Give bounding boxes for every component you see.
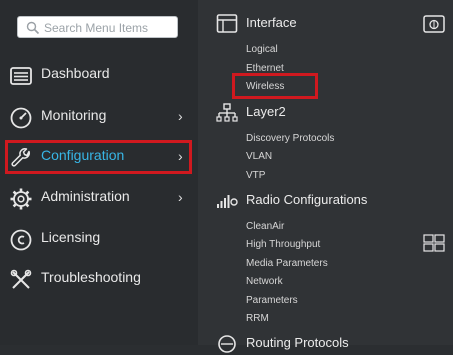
menu-item-parameters[interactable]: Parameters bbox=[246, 295, 298, 306]
tags-profiles-icon[interactable] bbox=[423, 233, 445, 253]
configuration-submenu-panel bbox=[198, 0, 453, 345]
web-ui-icon[interactable] bbox=[423, 14, 445, 34]
monitoring-gauge-icon bbox=[10, 107, 32, 129]
dashboard-icon bbox=[10, 67, 32, 85]
chevron-right-icon: › bbox=[178, 108, 183, 124]
section-title: Interface bbox=[246, 15, 297, 30]
sidebar-item-label: Licensing bbox=[41, 229, 101, 245]
sidebar-item-label: Administration bbox=[41, 188, 130, 204]
sidebar-item-label: Troubleshooting bbox=[41, 269, 141, 285]
menu-item-cleanair[interactable]: CleanAir bbox=[246, 221, 284, 232]
section-title: Routing Protocols bbox=[246, 335, 349, 350]
sidebar-item-administration[interactable]: Administration › bbox=[0, 181, 198, 215]
configuration-highlight-box bbox=[5, 140, 192, 174]
gear-icon bbox=[10, 188, 32, 210]
sidebar-item-dashboard[interactable]: Dashboard bbox=[0, 58, 198, 92]
section-title: Radio Configurations bbox=[246, 192, 368, 207]
layer2-tree-icon bbox=[216, 103, 238, 122]
menu-item-discovery-protocols[interactable]: Discovery Protocols bbox=[246, 133, 334, 144]
interface-icon bbox=[216, 14, 238, 33]
search-input[interactable] bbox=[42, 19, 178, 37]
wireless-highlight-box bbox=[232, 73, 318, 99]
routing-icon bbox=[218, 335, 236, 353]
search-box[interactable] bbox=[17, 16, 178, 38]
sidebar-item-monitoring[interactable]: Monitoring › bbox=[0, 100, 198, 134]
sidebar-item-label: Dashboard bbox=[41, 65, 110, 81]
section-title: Layer2 bbox=[246, 104, 286, 119]
menu-item-high-throughput[interactable]: High Throughput bbox=[246, 239, 320, 250]
licensing-icon bbox=[10, 229, 32, 251]
menu-item-vtp[interactable]: VTP bbox=[246, 170, 265, 181]
menu-item-rrm[interactable]: RRM bbox=[246, 313, 269, 324]
menu-item-network[interactable]: Network bbox=[246, 276, 283, 287]
menu-item-media-parameters[interactable]: Media Parameters bbox=[246, 258, 328, 269]
sidebar-item-licensing[interactable]: Licensing bbox=[0, 222, 198, 256]
tools-icon bbox=[10, 269, 32, 289]
sidebar-item-troubleshooting[interactable]: Troubleshooting bbox=[0, 262, 198, 296]
sidebar-item-label: Monitoring bbox=[41, 107, 107, 123]
chevron-right-icon: › bbox=[178, 189, 183, 205]
radio-signal-icon bbox=[217, 195, 238, 208]
search-icon bbox=[26, 21, 40, 35]
menu-item-vlan[interactable]: VLAN bbox=[246, 151, 272, 162]
menu-item-logical[interactable]: Logical bbox=[246, 44, 278, 55]
